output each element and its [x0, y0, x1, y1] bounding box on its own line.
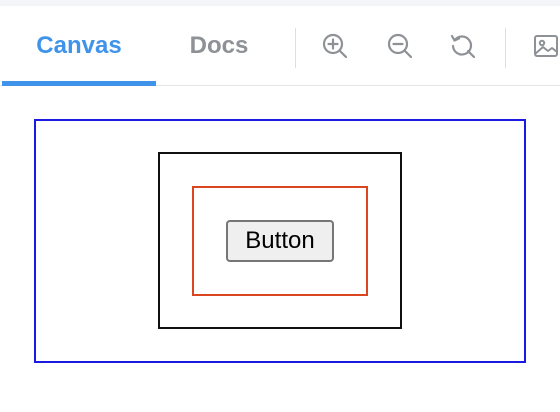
canvas-area: Button: [0, 87, 560, 412]
demo-button[interactable]: Button: [226, 220, 334, 262]
toolbar-divider: [505, 28, 506, 68]
tab-docs[interactable]: Docs: [156, 6, 282, 85]
toolbar-divider: [295, 28, 296, 68]
toolbar: Canvas Docs: [0, 6, 560, 86]
tab-canvas[interactable]: Canvas: [2, 6, 156, 86]
zoom-out-icon[interactable]: [384, 30, 416, 62]
image-icon[interactable]: [530, 30, 560, 62]
app-window: Canvas Docs Button: [0, 0, 560, 412]
reset-view-icon[interactable]: [447, 30, 479, 62]
zoom-in-icon[interactable]: [319, 30, 351, 62]
